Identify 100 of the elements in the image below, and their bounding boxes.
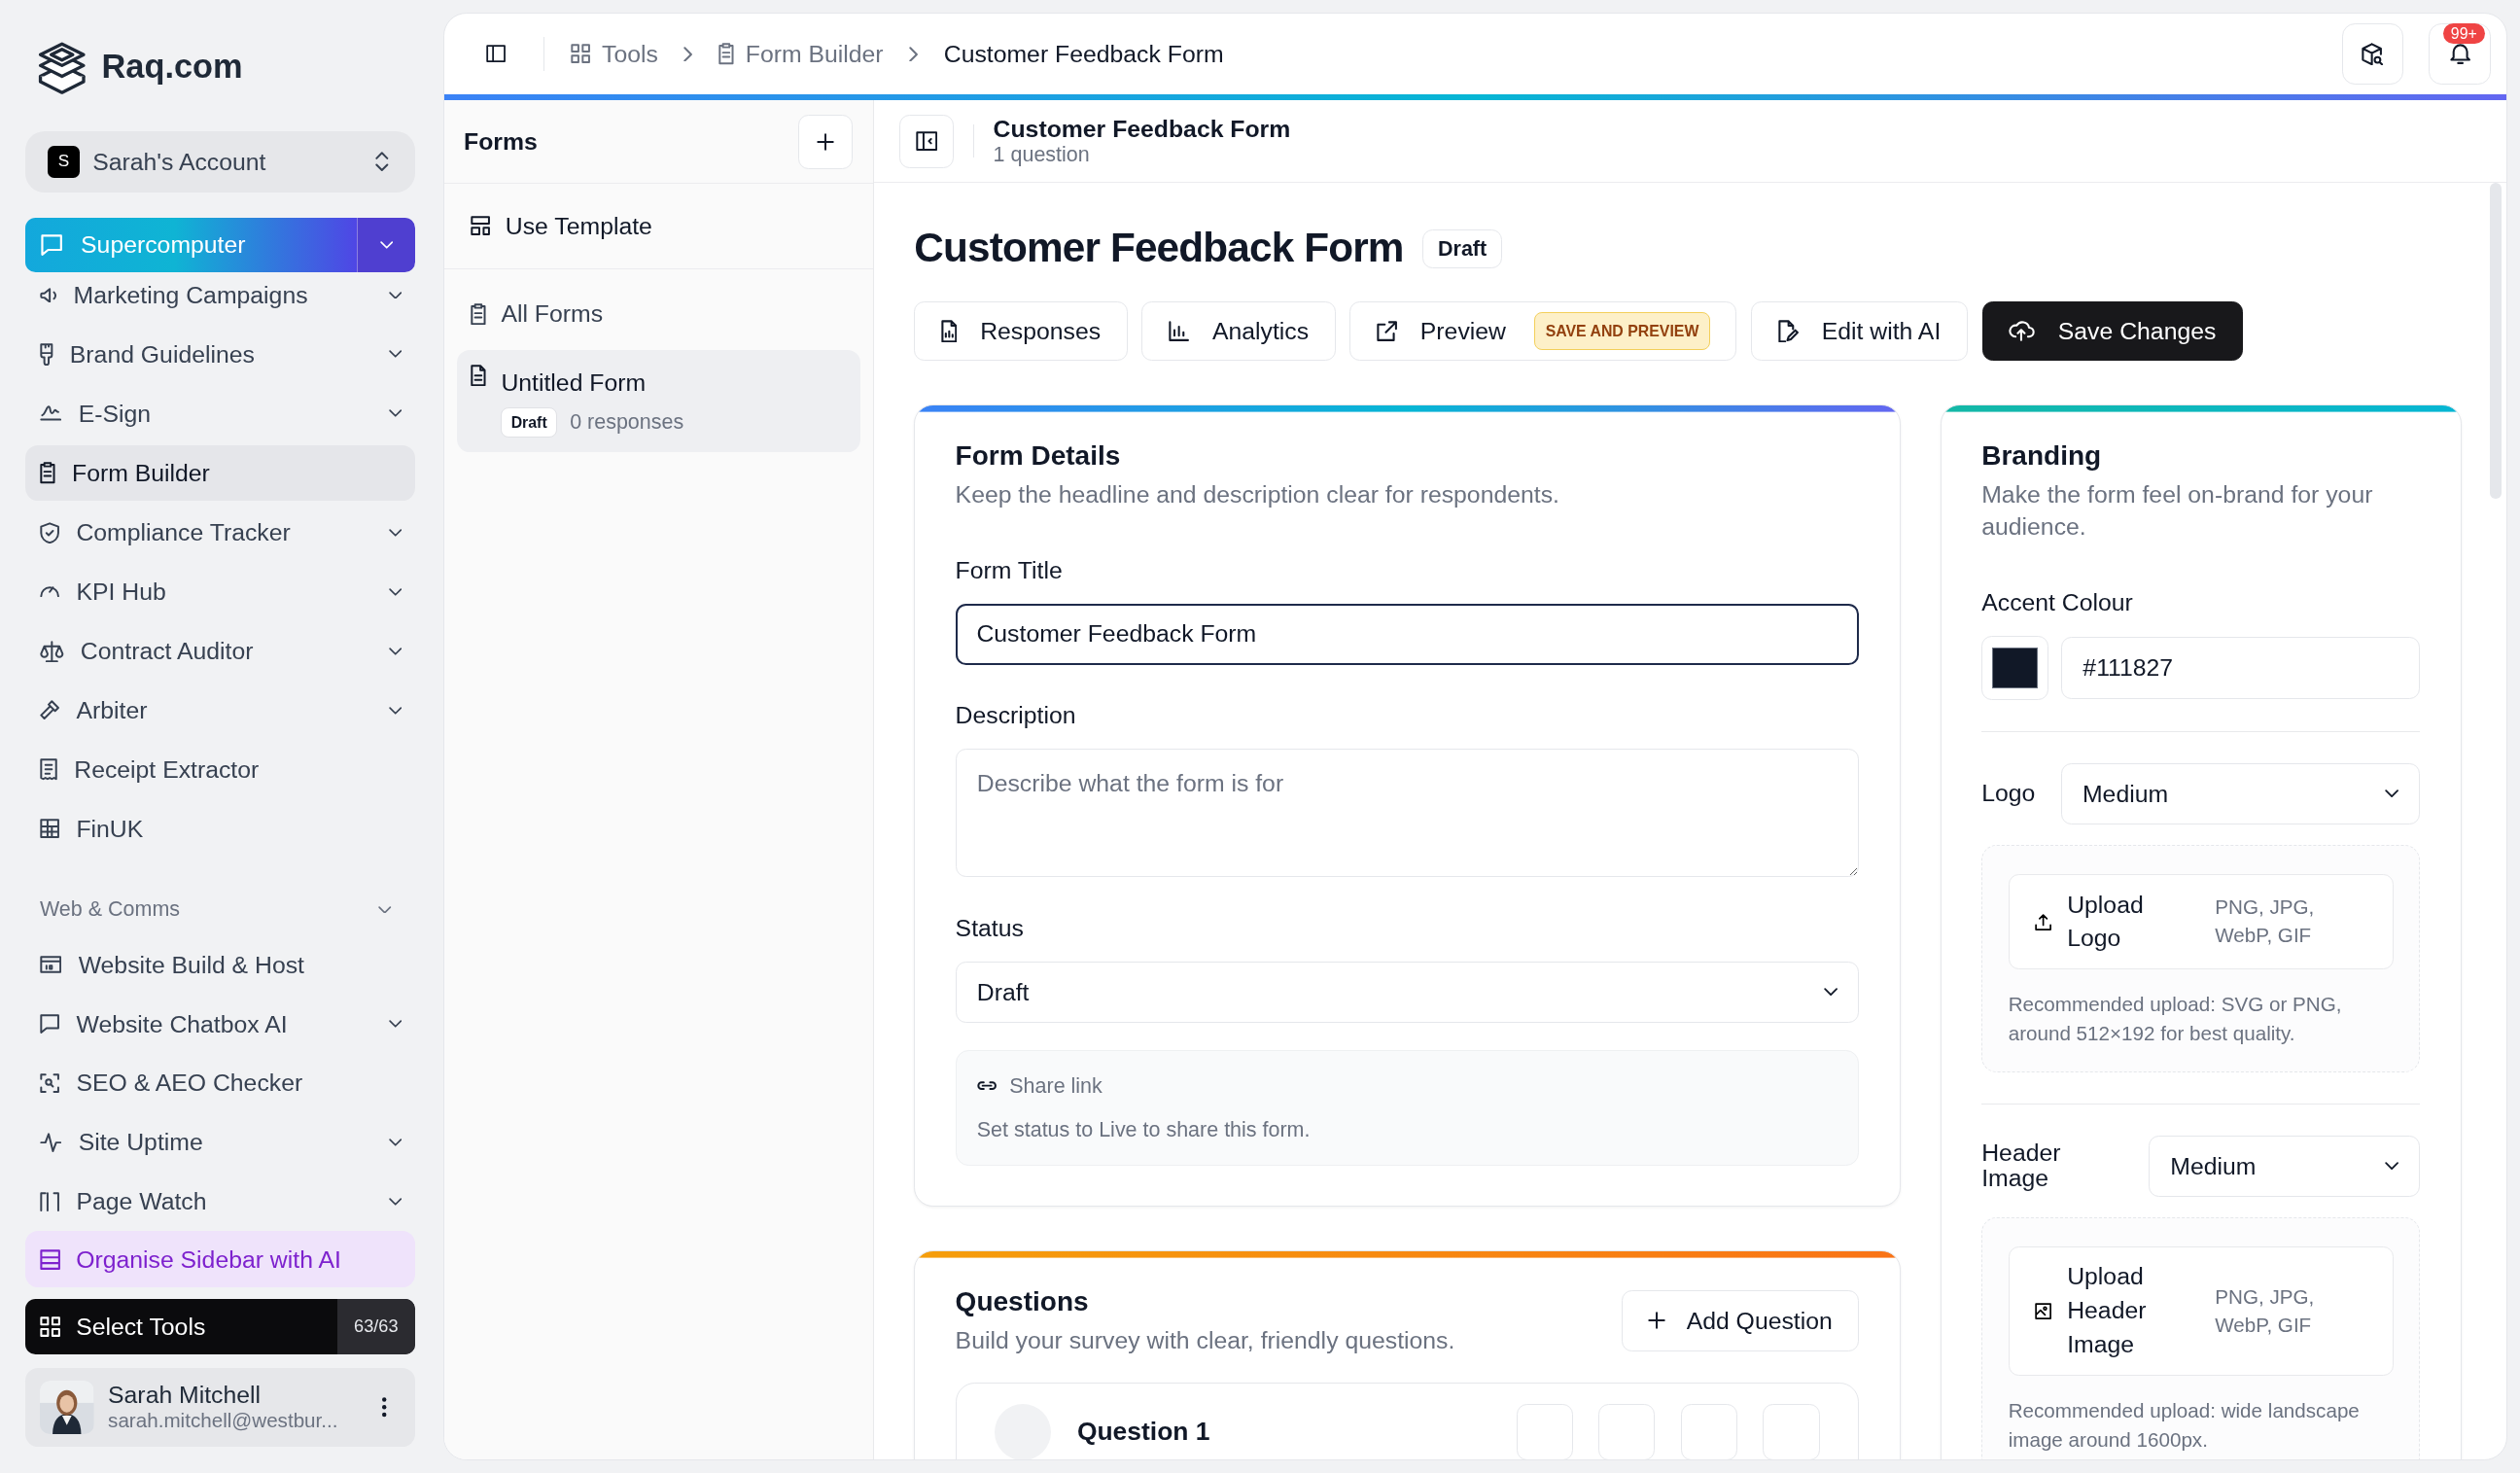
save-preview-tag: SAVE AND PREVIEW (1534, 312, 1710, 351)
add-question-button[interactable]: Add Question (1621, 1289, 1860, 1352)
collapse-panel-button[interactable] (899, 114, 954, 169)
upload-icon (2035, 913, 2052, 930)
action-button[interactable]: Analytics (1141, 301, 1336, 362)
link-icon (976, 1081, 998, 1091)
action-button[interactable]: Save Changes (1981, 301, 2243, 362)
card-subtitle: Keep the headline and description clear for respondents. (955, 479, 1560, 509)
chevron-down-icon (388, 350, 402, 359)
external-link-icon (1376, 321, 1398, 342)
colour-hex-input[interactable]: #111827 (2061, 637, 2421, 699)
sidebar-item[interactable]: Form Builder (25, 445, 415, 502)
scale-icon (40, 640, 64, 662)
chevron-down-icon (2384, 1162, 2398, 1171)
use-template-button[interactable]: Use Template (444, 184, 873, 269)
sidebar-item[interactable]: Contract Auditor (25, 621, 415, 682)
signature-icon (40, 405, 62, 422)
sidebar-item[interactable]: Site Uptime (25, 1112, 415, 1173)
scrollbar[interactable] (2489, 183, 2502, 500)
list-icon (40, 1248, 61, 1270)
sidebar-item[interactable]: Brand Guidelines (25, 324, 415, 384)
browser-icon (40, 956, 62, 974)
form-list-item[interactable]: Untitled Form Draft 0 responses (457, 350, 860, 453)
plus-icon (817, 132, 835, 151)
user-card[interactable]: Sarah Mitchell sarah.mitchell@westbur... (25, 1368, 415, 1447)
package-search-button[interactable] (2341, 22, 2403, 86)
status-badge: Draft (501, 406, 557, 438)
question-count: 1 question (993, 143, 1091, 169)
chat-bubble-icon (40, 1014, 60, 1035)
sidebar-item[interactable]: Website Build & Host (25, 934, 415, 995)
size-select[interactable]: Medium (2060, 762, 2421, 825)
field-label: Accent Colour (1981, 588, 2134, 618)
sidebar-item[interactable]: E-Sign (25, 383, 415, 443)
upload-button[interactable]: Upload Header Image PNG, JPG, WebP, GIF (2008, 1246, 2394, 1376)
package-search-icon (2362, 42, 2384, 66)
all-forms-link[interactable]: All Forms (444, 285, 873, 343)
pulse-icon (40, 1132, 62, 1152)
sidebar-item[interactable]: KPI Hub (25, 562, 415, 622)
size-select[interactable]: Medium (2149, 1135, 2421, 1197)
notifications-button[interactable]: 99+ (2429, 22, 2491, 86)
panel-title: Forms (464, 127, 538, 158)
chevron-down-icon (388, 529, 402, 537)
sidebar-item[interactable]: Receipt Extractor (25, 740, 415, 799)
section-heading[interactable]: Web & Comms (25, 884, 415, 935)
card-title: Questions (955, 1285, 1090, 1319)
upload-hint: Recommended upload: wide landscape image around 1600px. (2008, 1397, 2361, 1453)
select-tools-button[interactable]: Select Tools (25, 1299, 338, 1354)
user-name: Sarah Mitchell (108, 1382, 262, 1409)
page-title: Customer Feedback Form (914, 224, 1404, 273)
sidebar-item[interactable]: FinUK (25, 798, 415, 859)
breadcrumb-link[interactable]: Form Builder (718, 35, 884, 73)
sidebar-item[interactable]: Arbiter (25, 681, 415, 740)
chevron-down-icon (388, 1138, 402, 1146)
add-form-button[interactable] (798, 115, 853, 169)
tool-count: 63/63 (337, 1299, 415, 1354)
action-button[interactable]: Edit with AI (1751, 301, 1968, 362)
form-title: Untitled Form (501, 368, 648, 398)
chevron-down-icon (388, 1197, 402, 1206)
chevron-down-icon (1823, 988, 1838, 997)
action-button[interactable]: Responses (914, 301, 1128, 362)
clipboard-icon (718, 43, 734, 65)
action-button[interactable]: Preview SAVE AND PREVIEW (1349, 301, 1737, 362)
chevron-down-icon (388, 588, 402, 596)
field-label: Header Image (1981, 1140, 2062, 1192)
card-title: Branding (1981, 439, 2103, 473)
megaphone-icon (40, 287, 57, 303)
account-switcher[interactable]: S Sarah's Account (25, 130, 415, 193)
status-badge: Draft (1422, 229, 1502, 268)
file-edit-icon (1777, 319, 1799, 343)
sidebar-item[interactable]: Website Chatbox AI (25, 994, 415, 1054)
document-icon (470, 364, 486, 387)
description-input[interactable]: Describe what the form is for (955, 749, 1860, 878)
frame-icon (40, 1191, 60, 1211)
dropdown-button[interactable] (357, 218, 415, 272)
chevron-down-icon (388, 647, 402, 655)
grid-icon (570, 44, 591, 64)
title-input[interactable]: Customer Feedback Form (955, 603, 1860, 666)
organise-sidebar-button[interactable]: Organise Sidebar with AI (25, 1231, 415, 1288)
panel-collapse-icon (915, 131, 938, 152)
breadcrumb-link[interactable]: Tools (570, 35, 658, 73)
sidebar-item[interactable]: Compliance Tracker (25, 503, 415, 563)
breadcrumb-link[interactable]: Customer Feedback Form (943, 35, 1224, 73)
sidebar-toggle-icon[interactable] (485, 45, 506, 63)
status-select[interactable]: Draft (955, 961, 1860, 1024)
sidebar-item[interactable]: SEO & AEO Checker (25, 1053, 415, 1113)
sidebar-item[interactable]: Marketing Campaigns (25, 271, 415, 325)
chevron-down-icon (378, 905, 392, 914)
colour-swatch[interactable] (1981, 636, 2048, 701)
chevron-down-icon (388, 706, 402, 715)
plus-icon (1648, 1312, 1666, 1330)
cloud-upload-icon (2008, 321, 2035, 342)
share-label: Share link (1009, 1072, 1102, 1100)
upload-button[interactable]: Upload Logo PNG, JPG, WebP, GIF (2008, 874, 2394, 970)
grid-icon (40, 1315, 61, 1338)
gauge-icon (40, 586, 60, 598)
response-count: 0 responses (570, 409, 684, 437)
chevron-down-icon (388, 291, 402, 299)
sidebar-item[interactable]: Page Watch (25, 1172, 415, 1232)
scan-icon (40, 1072, 60, 1094)
notification-badge: 99+ (2442, 22, 2485, 45)
